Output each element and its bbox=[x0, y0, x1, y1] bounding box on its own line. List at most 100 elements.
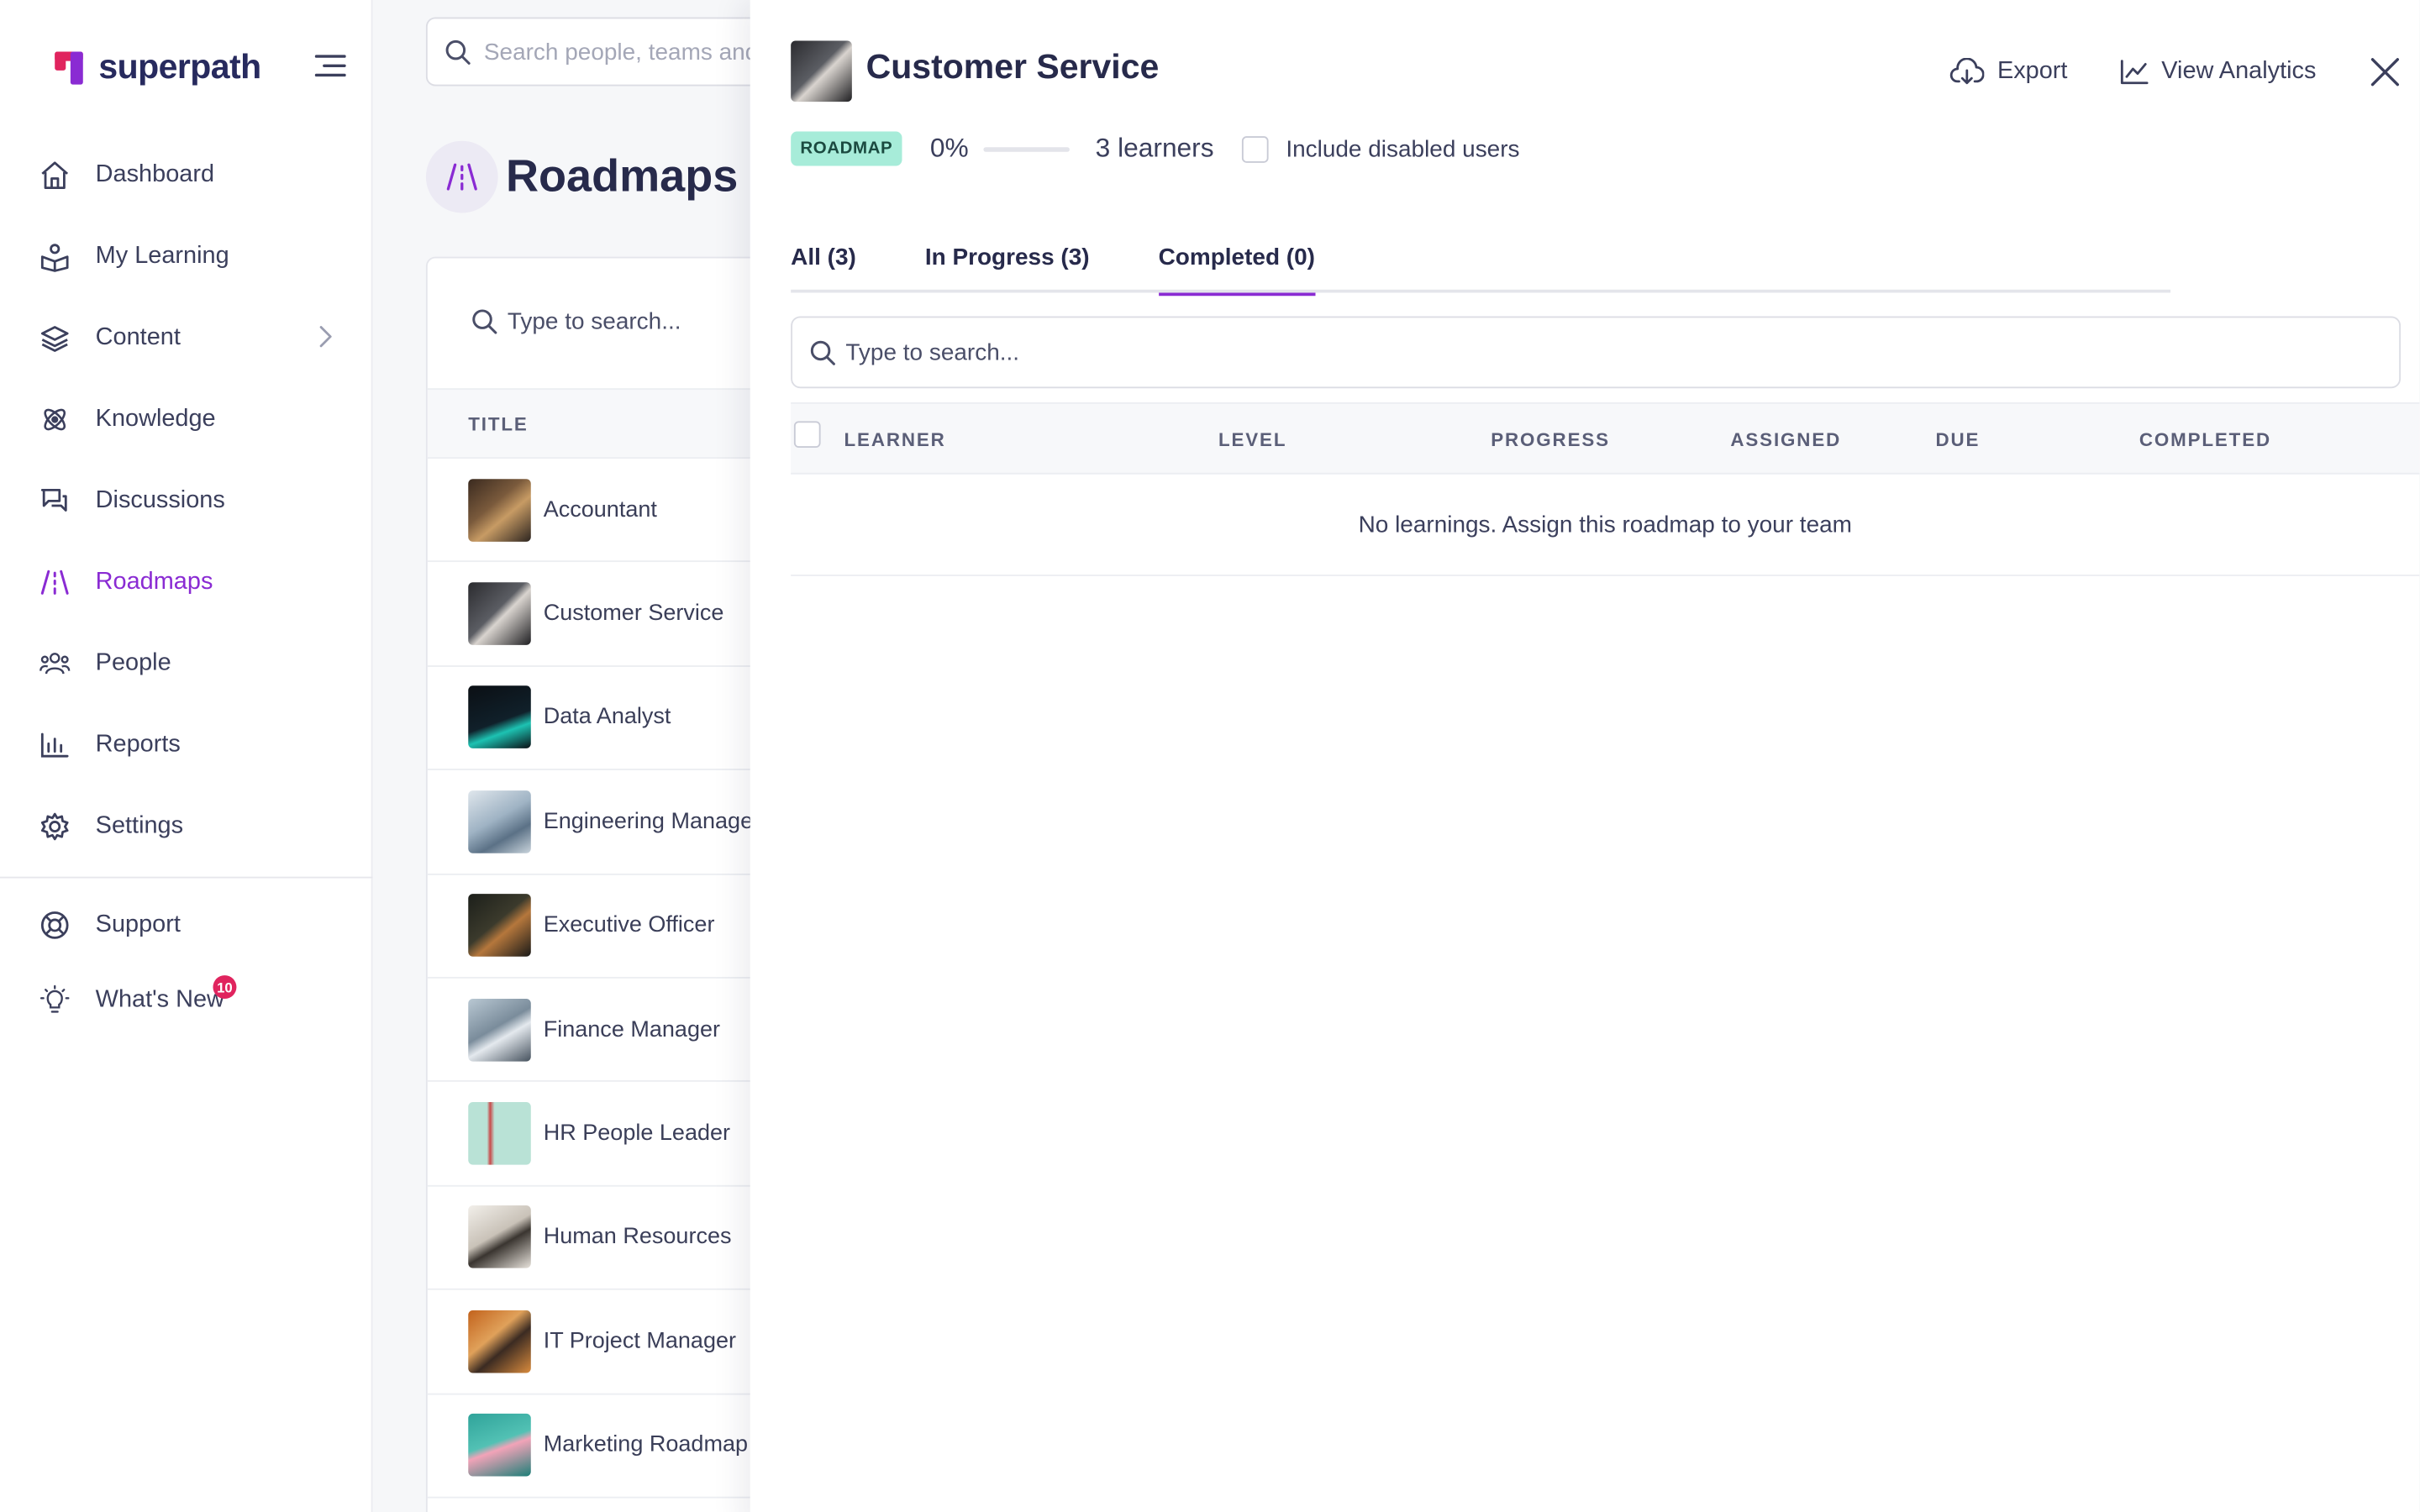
column-due[interactable]: DUE bbox=[1936, 429, 1981, 451]
export-label: Export bbox=[1996, 57, 2068, 85]
roadmap-thumbnail bbox=[468, 998, 531, 1061]
select-all-checkbox[interactable] bbox=[793, 421, 821, 449]
lifebuoy-icon bbox=[39, 910, 71, 941]
sidebar-item-whats-new[interactable]: What's New 10 bbox=[0, 963, 373, 1037]
roadmap-thumbnail bbox=[468, 582, 531, 645]
column-completed[interactable]: COMPLETED bbox=[2139, 429, 2271, 451]
sidebar-item-label: What's New bbox=[95, 986, 224, 1013]
list-search-input[interactable]: Type to search... bbox=[471, 308, 681, 335]
roadmap-title: Marketing Roadmap bbox=[543, 1432, 749, 1458]
close-icon[interactable] bbox=[2370, 56, 2401, 87]
sidebar-item-support[interactable]: Support bbox=[0, 888, 373, 963]
sidebar: superpath Dashboard My Learning Content … bbox=[0, 0, 373, 1512]
roadmap-thumbnail bbox=[791, 40, 852, 102]
column-level[interactable]: LEVEL bbox=[1218, 429, 1286, 451]
bar-chart-icon bbox=[39, 729, 71, 760]
sidebar-item-people[interactable]: People bbox=[0, 623, 373, 705]
sidebar-item-label: Settings bbox=[95, 812, 184, 839]
roadmap-thumbnail bbox=[468, 1414, 531, 1477]
sidebar-divider bbox=[0, 876, 373, 879]
sidebar-item-knowledge[interactable]: Knowledge bbox=[0, 379, 373, 460]
sidebar-item-label: People bbox=[95, 649, 171, 677]
learner-search-placeholder: Type to search... bbox=[845, 339, 1020, 366]
roadmap-title: Customer Service bbox=[543, 601, 724, 627]
roadmap-thumbnail bbox=[468, 478, 531, 542]
column-assigned[interactable]: ASSIGNED bbox=[1730, 429, 1841, 451]
roadmap-title: Accountant bbox=[543, 497, 657, 522]
roadmap-title: Human Resources bbox=[543, 1225, 732, 1251]
logo[interactable]: superpath bbox=[52, 47, 261, 87]
chevron-right-icon bbox=[319, 326, 332, 348]
column-learner[interactable]: LEARNER bbox=[844, 429, 946, 451]
notification-badge: 10 bbox=[213, 975, 237, 1000]
roadmap-title: Engineering Manager bbox=[543, 809, 761, 835]
learner-table-header: LEARNER LEVEL PROGRESS ASSIGNED DUE COMP… bbox=[791, 402, 2420, 475]
tab-all[interactable]: All (3) bbox=[791, 235, 856, 293]
sidebar-item-settings[interactable]: Settings bbox=[0, 786, 373, 868]
drawer-actions: Export View Analytics bbox=[1950, 56, 2401, 87]
progress-percent: 0% bbox=[929, 133, 969, 163]
brand-name: superpath bbox=[98, 46, 261, 87]
column-progress[interactable]: PROGRESS bbox=[1491, 429, 1610, 451]
road-icon bbox=[425, 140, 498, 213]
sidebar-item-discussions[interactable]: Discussions bbox=[0, 460, 373, 542]
sidebar-item-roadmaps[interactable]: Roadmaps bbox=[0, 542, 373, 623]
sidebar-item-dashboard[interactable]: Dashboard bbox=[0, 134, 373, 216]
view-analytics-button[interactable]: View Analytics bbox=[2121, 57, 2317, 87]
gear-icon bbox=[39, 811, 71, 842]
column-title-label: TITLE bbox=[468, 412, 529, 435]
roadmap-thumbnail bbox=[468, 1310, 531, 1373]
search-icon bbox=[445, 39, 471, 65]
learner-count: 3 learners bbox=[1095, 133, 1214, 163]
superpath-logo-icon bbox=[55, 51, 83, 85]
roadmap-thumbnail bbox=[468, 790, 531, 853]
export-button[interactable]: Export bbox=[1950, 57, 2068, 87]
page-header: Roadmaps bbox=[425, 140, 738, 213]
view-analytics-label: View Analytics bbox=[2161, 57, 2317, 85]
roadmap-title: Finance Manager bbox=[543, 1016, 721, 1042]
roadmap-title: Executive Officer bbox=[543, 913, 715, 938]
sidebar-item-label: Dashboard bbox=[95, 160, 215, 188]
sidebar-item-reports[interactable]: Reports bbox=[0, 705, 373, 786]
progress-bar bbox=[982, 146, 1070, 151]
roadmap-thumbnail bbox=[468, 1102, 531, 1165]
line-chart-icon bbox=[2121, 60, 2149, 85]
learning-icon bbox=[39, 241, 71, 272]
sidebar-item-label: Knowledge bbox=[95, 405, 216, 433]
layers-icon bbox=[39, 323, 71, 354]
roadmap-title: IT Project Manager bbox=[543, 1328, 737, 1354]
secondary-nav: Support What's New 10 bbox=[0, 888, 373, 1038]
tab-completed[interactable]: Completed (0) bbox=[1158, 235, 1316, 297]
sidebar-item-label: Support bbox=[95, 911, 181, 938]
sidebar-item-label: My Learning bbox=[95, 242, 229, 270]
include-disabled-checkbox[interactable] bbox=[1242, 135, 1269, 162]
sidebar-item-label: Reports bbox=[95, 731, 181, 759]
roadmap-thumbnail bbox=[468, 1205, 531, 1269]
home-icon bbox=[39, 160, 71, 191]
lightbulb-icon bbox=[39, 984, 71, 1016]
roadmap-thumbnail bbox=[468, 894, 531, 958]
sidebar-item-content[interactable]: Content bbox=[0, 297, 373, 379]
sidebar-item-my-learning[interactable]: My Learning bbox=[0, 216, 373, 297]
roadmap-thumbnail bbox=[468, 686, 531, 749]
include-disabled-label[interactable]: Include disabled users bbox=[1286, 135, 1519, 162]
main-nav: Dashboard My Learning Content Knowledge … bbox=[0, 134, 373, 867]
chat-icon bbox=[39, 486, 71, 517]
cloud-download-icon bbox=[1950, 57, 1986, 87]
tab-in-progress[interactable]: In Progress (3) bbox=[925, 235, 1090, 293]
road-icon bbox=[39, 567, 71, 598]
people-icon bbox=[39, 648, 71, 680]
sidebar-item-label: Content bbox=[95, 323, 181, 351]
learner-tabs: All (3) In Progress (3) Completed (0) bbox=[791, 235, 2171, 297]
roadmap-title: Data Analyst bbox=[543, 705, 671, 731]
global-search-placeholder: Search people, teams and l bbox=[483, 38, 771, 66]
drawer-title: Customer Service bbox=[865, 46, 1160, 87]
empty-state-message: No learnings. Assign this roadmap to you… bbox=[791, 475, 2420, 576]
roadmap-meta: ROADMAP 0% 3 learners Include disabled u… bbox=[791, 131, 1520, 166]
roadmap-title: HR People Leader bbox=[543, 1121, 731, 1147]
learner-search-input[interactable]: Type to search... bbox=[791, 316, 2402, 389]
roadmap-tag: ROADMAP bbox=[791, 131, 902, 166]
sidebar-item-label: Roadmaps bbox=[95, 568, 213, 596]
sidebar-item-label: Discussions bbox=[95, 486, 225, 514]
menu-toggle-icon[interactable] bbox=[314, 53, 346, 78]
